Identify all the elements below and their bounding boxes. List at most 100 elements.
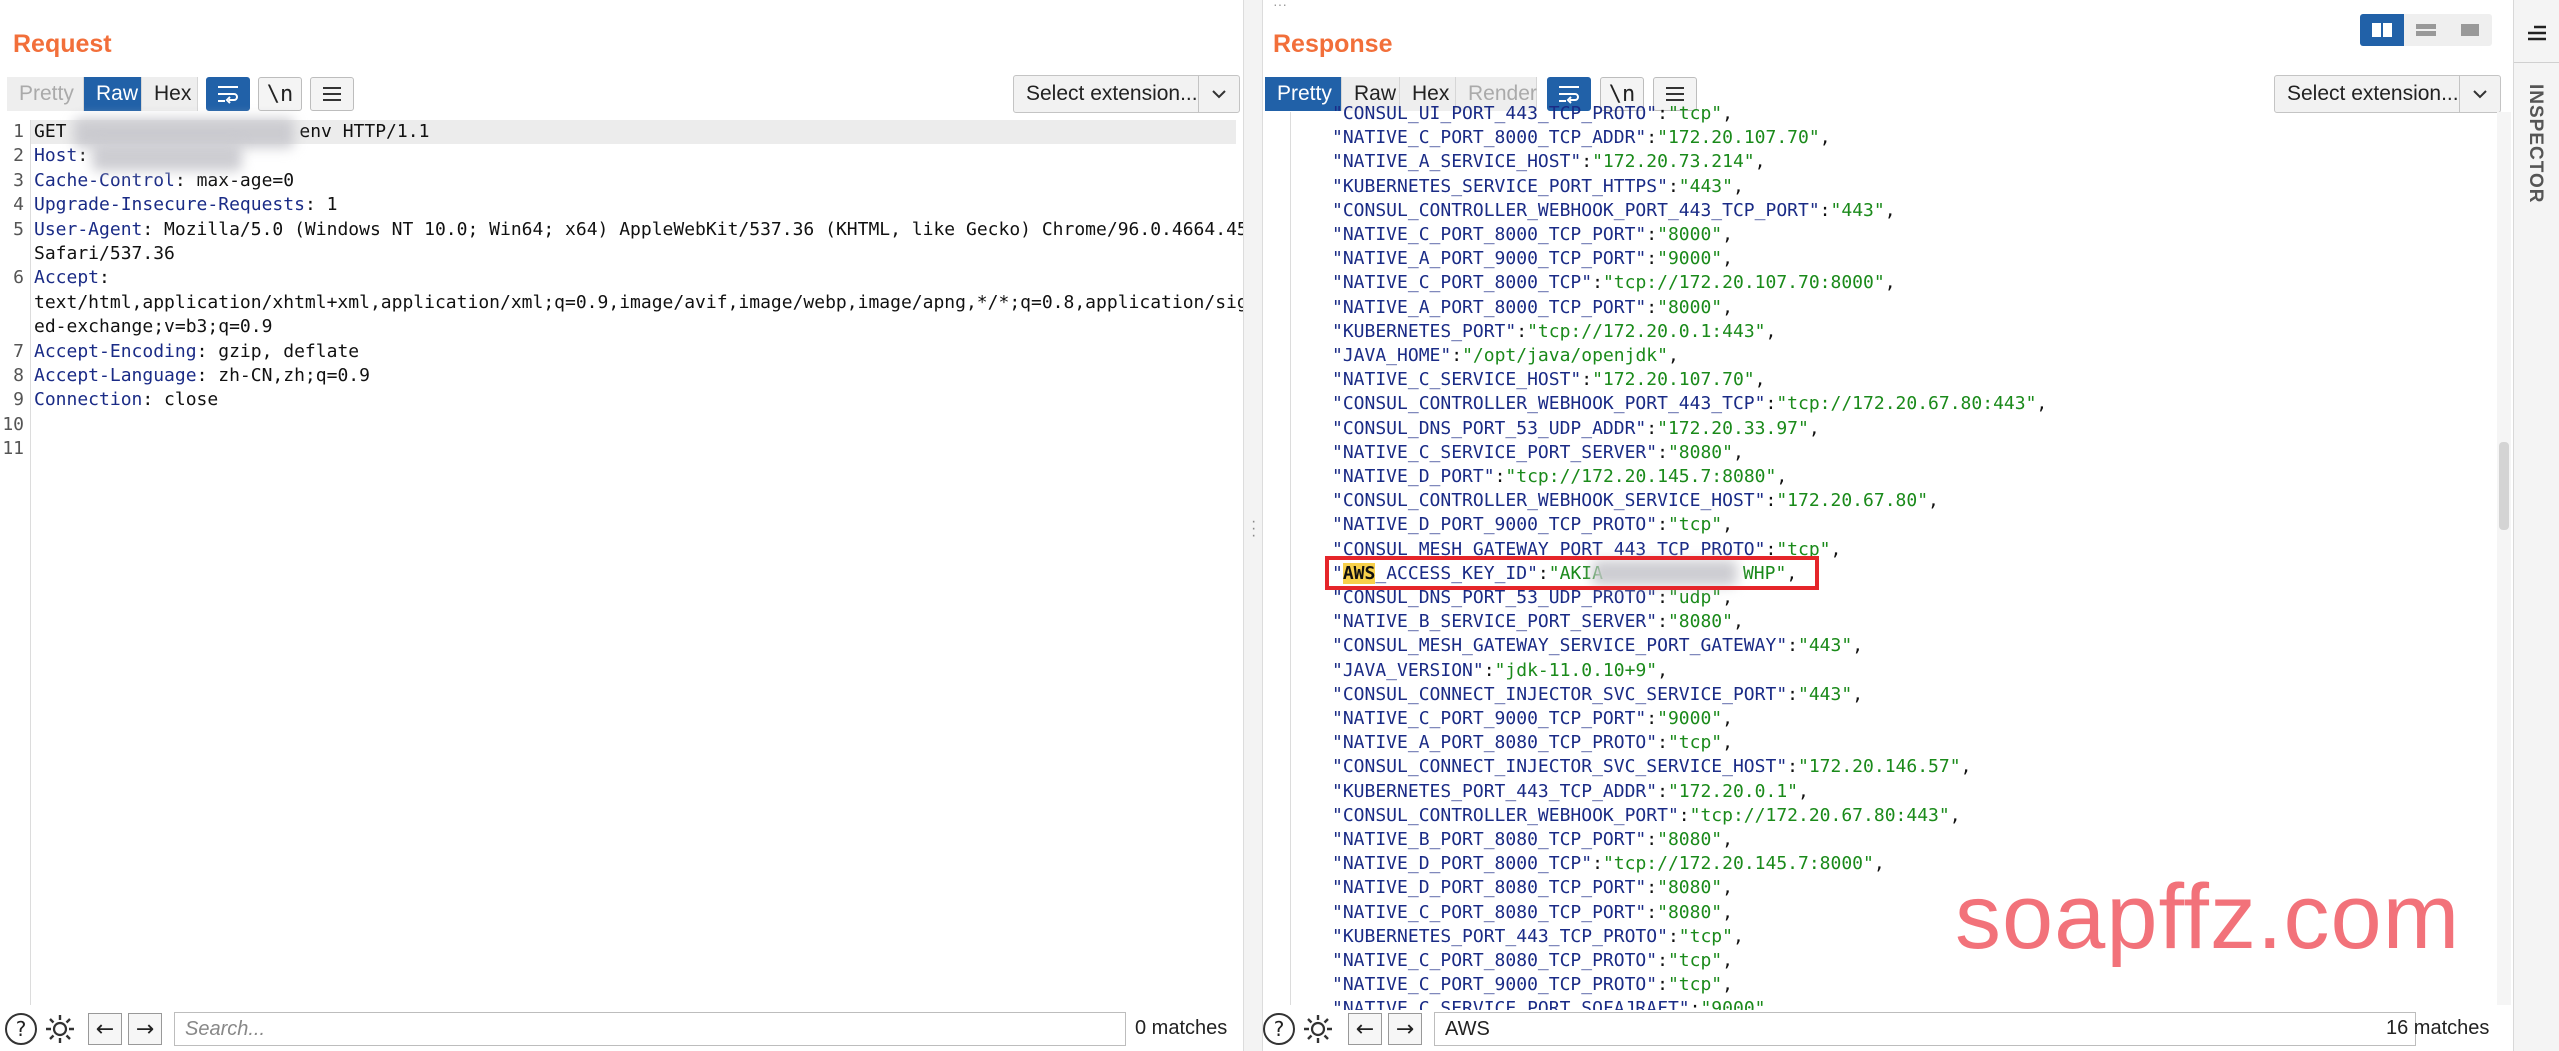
code-token: , [1819,127,1831,149]
layout-tabs-button[interactable] [2448,14,2492,46]
code-line: "NATIVE_C_SERVICE_PORT_SERVER":"8080", [1332,441,1744,465]
code-token: "172.20.73.214" [1592,151,1755,173]
code-line: Safari/537.36 [34,242,175,266]
code-token: : [1657,587,1668,608]
code-line: "NATIVE_D_PORT_8080_TCP_PORT":"8080", [1332,876,1733,900]
request-menu-button[interactable] [310,77,354,111]
top-splitter-grip[interactable]: ··· [1268,0,1292,11]
code-token: "tcp" [1678,925,1733,947]
redacted-host [92,143,242,171]
request-extension-select[interactable]: Select extension... [1013,75,1240,113]
layout-stacked-button[interactable] [2404,14,2448,46]
columns-icon [2372,23,2392,37]
code-token: Safari/537.36 [34,243,175,264]
line-number: 7 [13,340,24,362]
response-matches-count: 16 matches [2386,1017,2490,1039]
code-token: : [1646,296,1658,318]
settings-gear-icon[interactable] [1301,1012,1335,1051]
wrap-lines-icon [218,86,238,104]
request-extension-label: Select extension... [1026,82,1198,105]
panel-divider[interactable]: · · · [1243,0,1263,1051]
inspector-sidebar[interactable]: INSPECTOR [2513,0,2559,1051]
code-line: ed-exchange;v=b3;q=0.9 [34,315,272,339]
code-token: : [1483,659,1495,681]
arrow-right-icon: → [135,1016,155,1042]
code-token: : [1657,441,1668,463]
access-key-highlight-box [1325,556,1819,590]
code-token: : [1657,780,1668,802]
code-token: "tcp://172.20.107.70:8000" [1602,272,1885,294]
code-token: "JAVA_VERSION" [1332,659,1484,681]
line-number [0,315,24,339]
search-prev-button[interactable]: ← [1348,1013,1382,1045]
code-token: : [1657,732,1668,754]
request-editor[interactable]: 1 GET env HTTP/1.1 2 Host: 3 Cache-Control: m… [0,120,1258,1010]
code-token: , [2036,393,2048,415]
response-scrollbar-thumb[interactable] [2499,442,2509,530]
request-tab-hex[interactable]: Hex [142,77,198,111]
chevron-down-icon [1198,76,1239,112]
code-token: "KUBERNETES_PORT" [1332,320,1517,342]
code-token: "172.20.107.70" [1592,369,1755,391]
code-token: "KUBERNETES_PORT_443_TCP_ADDR" [1332,780,1658,802]
line-number: 2 [13,145,24,167]
help-icon[interactable]: ? [5,1013,37,1045]
search-next-button[interactable]: → [1388,1013,1422,1045]
inspector-menu-icon[interactable] [2526,24,2548,49]
code-token: Upgrade-Insecure-Requests [34,194,305,216]
request-wrap-lines-button[interactable] [206,77,250,111]
code-token: "8080" [1657,829,1723,850]
code-line: "NATIVE_D_PORT":"tcp://172.20.145.7:8080… [1332,465,1787,489]
code-token: Host [34,145,78,167]
code-line: "CONSUL_MESH_GATEWAY_SERVICE_PORT_GATEWA… [1332,634,1863,658]
code-token: env HTTP/1.1 [299,121,430,142]
line-number [0,291,24,315]
layout-side-by-side-button[interactable] [2360,14,2404,46]
code-line: Connection: close [34,388,218,412]
code-token: "jdk-11.0.10+9" [1494,659,1658,681]
code-token: Accept [34,267,100,289]
code-token: "8080" [1657,877,1723,899]
code-line: "NATIVE_B_SERVICE_PORT_SERVER":"8080", [1332,610,1744,634]
code-token: , [1722,950,1733,971]
code-token: "172.20.0.1" [1667,780,1798,802]
help-icon[interactable]: ? [1263,1013,1295,1045]
code-token: , [1765,998,1777,1010]
request-tab-pretty[interactable]: Pretty [7,77,84,111]
code-token: "NATIVE_C_PORT_8000_TCP" [1332,272,1593,294]
code-line: "CONSUL_DNS_PORT_53_UDP_ADDR":"172.20.33… [1332,417,1820,441]
code-token: Accept-Encoding [34,340,197,362]
code-token: "NATIVE_C_PORT_8080_TCP_PROTO" [1332,950,1658,971]
code-token: "/opt/java/openjdk" [1462,345,1668,366]
search-next-button[interactable]: → [128,1013,162,1045]
code-token: : [1592,853,1603,875]
code-token: "8080" [1657,901,1723,923]
code-token: : [99,267,110,289]
request-newline-button[interactable]: \n [258,77,302,111]
request-search-input[interactable] [174,1012,1126,1046]
search-prev-button[interactable]: ← [88,1013,122,1045]
code-token: "CONSUL_CONTROLLER_WEBHOOK_PORT_443_TCP" [1332,393,1766,415]
hamburger-menu-icon [1666,87,1684,101]
code-token: "CONSUL_UI_PORT_443_TCP_PROTO" [1332,103,1658,124]
code-token: "JAVA_HOME" [1332,345,1452,366]
code-token: , [1722,514,1733,536]
code-line: "JAVA_VERSION":"jdk-11.0.10+9", [1332,659,1668,683]
code-token: : [1646,829,1658,850]
response-scrollbar[interactable] [2497,112,2511,1005]
code-token: "CONSUL_CONNECT_INJECTOR_SVC_SERVICE_POR… [1332,683,1788,705]
code-token: "NATIVE_C_PORT_8080_TCP_PORT" [1332,901,1647,923]
code-line: "NATIVE_C_PORT_8000_TCP_ADDR":"172.20.10… [1332,126,1831,150]
code-token: : Mozilla/5.0 (Windows NT 10.0; Win64; x… [142,218,1248,240]
code-token: "8000" [1657,224,1723,245]
code-token: User-Agent [34,218,143,240]
code-token: : [1646,901,1658,923]
inspector-label[interactable]: INSPECTOR [2524,84,2546,204]
code-token: : [1787,756,1798,778]
code-token: , [1873,853,1885,875]
code-token: , [1852,635,1864,657]
settings-gear-icon[interactable] [43,1012,77,1051]
response-search-input[interactable] [1434,1012,2416,1046]
request-tab-raw[interactable]: Raw [84,77,142,111]
watermark-text: soapffz.com [1955,866,2461,968]
